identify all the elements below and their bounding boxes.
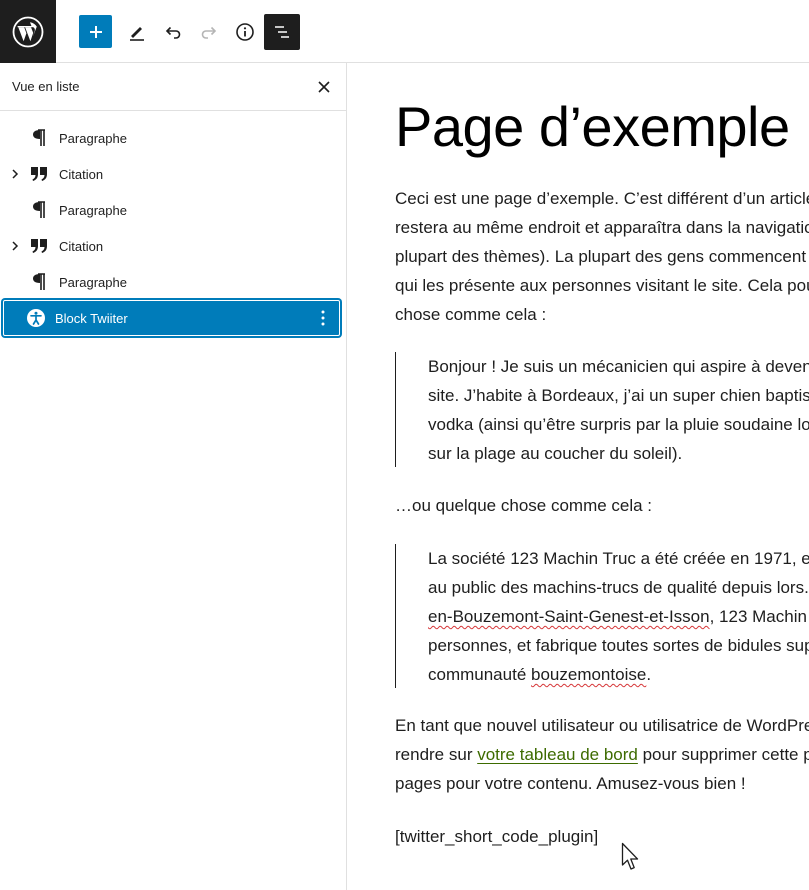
sidebar-header: Vue en liste: [0, 63, 346, 111]
paragraph-icon: [28, 271, 50, 293]
text-line: En tant que nouvel utilisateur ou utilis…: [395, 716, 809, 735]
text-fragment: communauté: [428, 665, 531, 684]
list-item[interactable]: Citation: [0, 156, 346, 192]
text-fragment: rendre sur: [395, 745, 478, 764]
list-item-label: Paragraphe: [59, 275, 127, 290]
text-line: personnes, et fabrique toutes sortes de …: [428, 636, 809, 655]
list-item-selected[interactable]: Block Twiiter: [3, 300, 340, 336]
shortcode-text: [twitter_short_code_plugin]: [395, 827, 599, 846]
quote-block[interactable]: La société 123 Machin Truc a été créée e…: [395, 544, 809, 688]
list-item-label: Citation: [59, 167, 104, 182]
accessibility-icon: [25, 307, 47, 329]
list-item[interactable]: Paragraphe: [0, 264, 346, 300]
list-item-label: Block Twiiter: [55, 311, 128, 326]
text-line: sur la plage au coucher du soleil).: [428, 444, 683, 463]
chevron-right-icon[interactable]: [8, 239, 22, 253]
list-item-label: Paragraphe: [59, 203, 127, 218]
wordpress-logo-icon[interactable]: [0, 0, 56, 63]
dashboard-link[interactable]: votre tableau de bord: [477, 745, 638, 764]
add-block-button[interactable]: [79, 15, 112, 48]
text-line: communauté bouzemontoise.: [428, 660, 809, 689]
text-line: restera au même endroit et apparaîtra da…: [395, 218, 809, 237]
paragraph-block[interactable]: …ou quelque chose comme cela :: [395, 491, 809, 520]
shortcode-block[interactable]: [twitter_short_code_plugin]: [395, 822, 809, 851]
list-item[interactable]: Paragraphe: [0, 192, 346, 228]
editor-canvas: Page d’exemple Ceci est une page d’exemp…: [348, 64, 809, 890]
text-line: au public des machins-trucs de qualité d…: [428, 578, 809, 597]
text-line: plupart des thèmes). La plupart des gens…: [395, 247, 809, 266]
text-line: Ceci est une page d’exemple. C’est diffé…: [395, 189, 809, 208]
list-view-sidebar: Vue en liste Paragraphe Citation Paragra…: [0, 63, 347, 890]
list-item-label: Citation: [59, 239, 104, 254]
close-icon[interactable]: [314, 77, 334, 97]
undo-icon[interactable]: [156, 15, 190, 49]
text-line: rendre sur votre tableau de bord pour su…: [395, 740, 809, 769]
info-icon[interactable]: [228, 15, 262, 49]
text-line: chose comme cela :: [395, 305, 547, 324]
text-fragment: , 123 Machin Truc emploie 2 000: [709, 607, 809, 626]
misspelled-word[interactable]: bouzemontoise: [531, 665, 646, 684]
text-line: Bonjour ! Je suis un mécanicien qui aspi…: [428, 357, 809, 376]
text-fragment: pour supprimer cette page et créer de no…: [642, 745, 809, 764]
text-line: pages pour votre contenu. Amusez-vous bi…: [395, 774, 746, 793]
text-line: vodka (ainsi qu’être surpris par la plui…: [428, 415, 809, 434]
quote-icon: [28, 163, 50, 185]
list-view-icon[interactable]: [264, 14, 300, 50]
editor-toolbar: [0, 0, 809, 63]
text-line: …ou quelque chose comme cela :: [395, 496, 653, 515]
quote-block[interactable]: Bonjour ! Je suis un mécanicien qui aspi…: [395, 352, 809, 467]
list-item-label: Paragraphe: [59, 131, 127, 146]
mouse-pointer-icon: [621, 842, 639, 870]
text-line: site. J’habite à Bordeaux, j’ai un super…: [428, 386, 809, 405]
paragraph-block[interactable]: Ceci est une page d’exemple. C’est diffé…: [395, 184, 809, 329]
block-tree: Paragraphe Citation Paragraphe Citation …: [0, 120, 346, 336]
list-item[interactable]: Citation: [0, 228, 346, 264]
sidebar-title: Vue en liste: [12, 79, 80, 94]
quote-icon: [28, 235, 50, 257]
more-options-icon[interactable]: [314, 309, 332, 327]
misspelled-word[interactable]: en-Bouzemont-Saint-Genest-et-Isson: [428, 607, 710, 626]
pencil-icon[interactable]: [120, 15, 154, 49]
list-item[interactable]: Paragraphe: [0, 120, 346, 156]
paragraph-icon: [28, 199, 50, 221]
text-line: qui les présente aux personnes visitant …: [395, 276, 809, 295]
redo-icon[interactable]: [192, 15, 226, 49]
text-line: La société 123 Machin Truc a été créée e…: [428, 549, 809, 568]
page-title[interactable]: Page d’exemple: [395, 94, 809, 159]
paragraph-block[interactable]: En tant que nouvel utilisateur ou utilis…: [395, 711, 809, 798]
text-fragment: .: [646, 665, 652, 684]
text-line: en-Bouzemont-Saint-Genest-et-Isson, 123 …: [428, 602, 809, 631]
paragraph-icon: [28, 127, 50, 149]
chevron-right-icon[interactable]: [8, 167, 22, 181]
